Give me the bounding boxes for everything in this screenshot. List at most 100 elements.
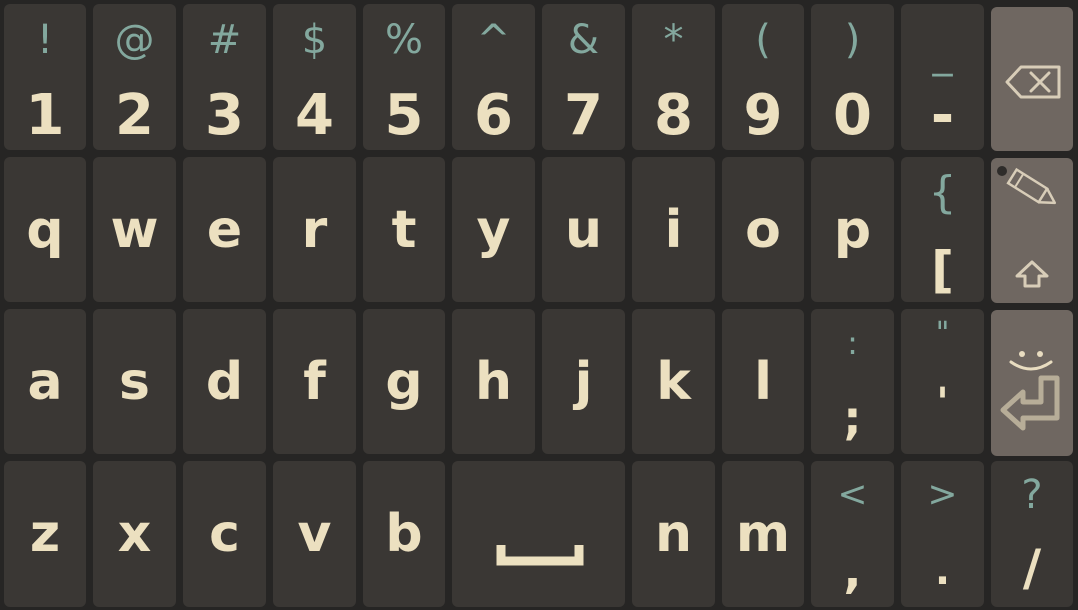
enter-key[interactable] bbox=[991, 310, 1073, 456]
key-b[interactable]: b bbox=[363, 461, 445, 607]
key-4[interactable]: $ 4 bbox=[273, 4, 356, 150]
backspace-icon bbox=[1005, 65, 1061, 99]
key-label: 4 bbox=[295, 83, 334, 148]
key-sub-label: @ bbox=[114, 17, 155, 63]
key-label: w bbox=[110, 199, 159, 260]
key-q[interactable]: q bbox=[4, 157, 86, 302]
key-label: 8 bbox=[654, 83, 693, 148]
key-slash[interactable]: ? / bbox=[991, 461, 1073, 607]
key-minus[interactable]: _ - bbox=[901, 4, 984, 150]
key-label: e bbox=[206, 199, 243, 260]
key-sub-label: ( bbox=[755, 17, 771, 63]
key-w[interactable]: w bbox=[93, 157, 176, 302]
key-2[interactable]: @ 2 bbox=[93, 4, 176, 150]
key-t[interactable]: t bbox=[363, 157, 445, 302]
space-key[interactable] bbox=[452, 461, 625, 607]
key-e[interactable]: e bbox=[183, 157, 266, 302]
key-6[interactable]: ^ 6 bbox=[452, 4, 535, 150]
key-k[interactable]: k bbox=[632, 309, 715, 454]
key-label: 1 bbox=[25, 83, 65, 148]
key-7[interactable]: & 7 bbox=[542, 4, 625, 150]
key-label: ; bbox=[843, 391, 862, 445]
key-label: 7 bbox=[564, 83, 603, 148]
keyboard: ! 1 @ 2 # 3 $ 4 % 5 ^ 6 & 7 * 8 ( 9 ) 0 … bbox=[0, 0, 1078, 610]
key-label: m bbox=[735, 504, 791, 564]
key-sub-label: > bbox=[927, 474, 958, 515]
key-label: b bbox=[385, 504, 423, 564]
key-sub-label: ? bbox=[1021, 472, 1043, 518]
key-o[interactable]: o bbox=[722, 157, 804, 302]
key-label: , bbox=[843, 543, 862, 599]
key-sub-label: { bbox=[928, 167, 957, 218]
key-h[interactable]: h bbox=[452, 309, 535, 454]
key-sub-label: : bbox=[847, 324, 858, 362]
backspace-key[interactable] bbox=[991, 7, 1073, 151]
key-bracket[interactable]: { [ bbox=[901, 157, 984, 302]
key-label: c bbox=[209, 504, 240, 564]
key-label: d bbox=[205, 351, 244, 412]
key-a[interactable]: a bbox=[4, 309, 86, 454]
key-0[interactable]: ) 0 bbox=[811, 4, 894, 150]
key-u[interactable]: u bbox=[542, 157, 625, 302]
key-label: - bbox=[930, 83, 955, 148]
key-m[interactable]: m bbox=[722, 461, 804, 607]
key-v[interactable]: v bbox=[273, 461, 356, 607]
key-sub-label: < bbox=[837, 474, 868, 515]
key-d[interactable]: d bbox=[183, 309, 266, 454]
key-y[interactable]: y bbox=[452, 157, 535, 302]
key-sub-label: " bbox=[935, 316, 950, 351]
key-label: j bbox=[574, 351, 593, 412]
key-label: g bbox=[385, 351, 423, 412]
key-label: v bbox=[297, 504, 332, 564]
key-s[interactable]: s bbox=[93, 309, 176, 454]
key-3[interactable]: # 3 bbox=[183, 4, 266, 150]
key-z[interactable]: z bbox=[4, 461, 86, 607]
key-sub-label: $ bbox=[301, 17, 328, 63]
key-label: ' bbox=[936, 380, 949, 426]
key-label: a bbox=[27, 351, 63, 412]
key-l[interactable]: l bbox=[722, 309, 804, 454]
key-label: 5 bbox=[384, 83, 424, 148]
key-j[interactable]: j bbox=[542, 309, 625, 454]
key-label: x bbox=[117, 504, 152, 564]
key-9[interactable]: ( 9 bbox=[722, 4, 804, 150]
key-n[interactable]: n bbox=[632, 461, 715, 607]
key-label: h bbox=[474, 351, 513, 412]
key-label: n bbox=[654, 504, 693, 564]
key-label: i bbox=[664, 199, 683, 260]
key-label: . bbox=[934, 548, 951, 594]
key-label: u bbox=[564, 199, 603, 260]
key-sub-label: & bbox=[567, 17, 600, 63]
key-8[interactable]: * 8 bbox=[632, 4, 715, 150]
key-label: y bbox=[476, 199, 511, 260]
key-comma[interactable]: < , bbox=[811, 461, 894, 607]
key-g[interactable]: g bbox=[363, 309, 445, 454]
key-period[interactable]: > . bbox=[901, 461, 984, 607]
key-sub-label: # bbox=[207, 17, 242, 63]
key-semicolon[interactable]: : ; bbox=[811, 309, 894, 454]
shift-arrow-icon bbox=[1015, 260, 1049, 288]
shift-key[interactable] bbox=[991, 158, 1073, 303]
key-label: 3 bbox=[205, 83, 244, 148]
space-bar-icon bbox=[496, 545, 584, 566]
key-sub-label: _ bbox=[932, 31, 953, 77]
key-i[interactable]: i bbox=[632, 157, 715, 302]
key-label: s bbox=[119, 351, 150, 412]
key-r[interactable]: r bbox=[273, 157, 356, 302]
key-label: f bbox=[303, 351, 326, 412]
key-x[interactable]: x bbox=[93, 461, 176, 607]
key-f[interactable]: f bbox=[273, 309, 356, 454]
key-quote[interactable]: " ' bbox=[901, 309, 984, 454]
key-label: [ bbox=[931, 241, 954, 299]
key-label: q bbox=[26, 199, 64, 260]
key-label: o bbox=[745, 199, 781, 260]
key-label: 6 bbox=[474, 83, 513, 148]
key-label: 0 bbox=[833, 83, 872, 148]
key-1[interactable]: ! 1 bbox=[4, 4, 86, 150]
key-5[interactable]: % 5 bbox=[363, 4, 445, 150]
key-label: z bbox=[29, 504, 61, 564]
key-label: t bbox=[391, 199, 417, 260]
key-c[interactable]: c bbox=[183, 461, 266, 607]
key-p[interactable]: p bbox=[811, 157, 894, 302]
key-label: / bbox=[1022, 539, 1042, 597]
